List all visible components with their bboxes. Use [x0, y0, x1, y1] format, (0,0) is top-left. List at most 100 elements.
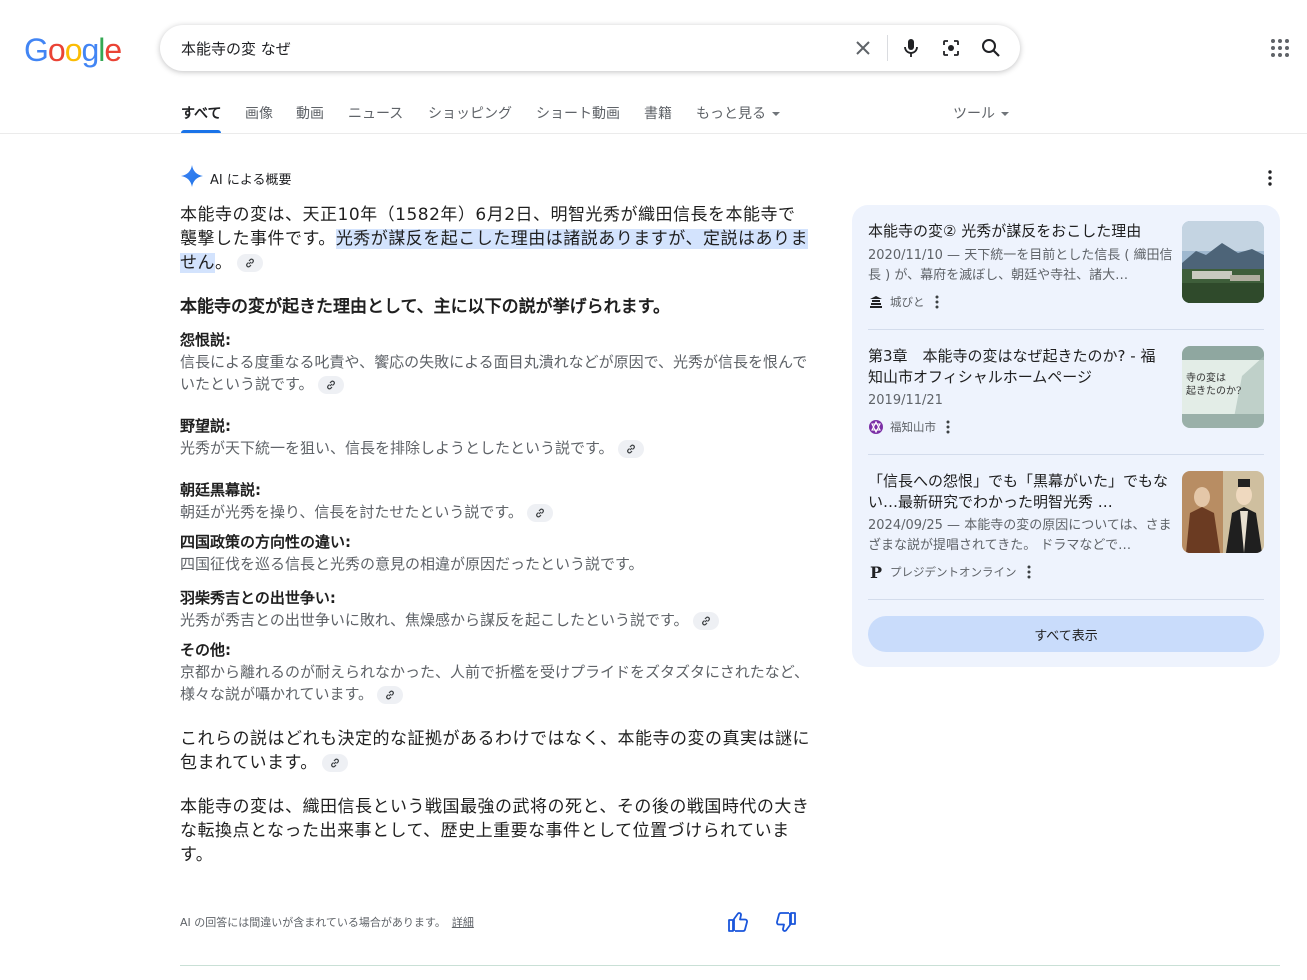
search-icon[interactable] — [979, 36, 1003, 60]
theory-item: 朝廷黒幕説: 朝廷が光秀を操り、信長を討たせたという説です。 — [180, 479, 810, 523]
card-separator — [868, 454, 1264, 455]
source-card[interactable]: 本能寺の変② 光秀が謀反をおこした理由 2020/11/10 — 天下統一を目前… — [868, 221, 1264, 321]
conclusion-text: これらの説はどれも決定的な証拠があるわけではなく、本能寺の変の真実は謎に包まれて… — [180, 729, 810, 773]
search-divider — [887, 35, 888, 61]
source-name: プレジデントオンライン — [890, 565, 1017, 579]
source-card[interactable]: 第3章 本能寺の変はなぜ起きたのか? - 福知山市オフィシャルホームページ 20… — [868, 346, 1264, 446]
theory-desc: 朝廷が光秀を操り、信長を討たせたという説です。 — [180, 501, 810, 523]
close-icon[interactable] — [851, 36, 875, 60]
logo-letter: o — [64, 32, 83, 68]
citation-link-icon[interactable] — [236, 254, 263, 272]
tab-shopping[interactable]: ショッピング — [428, 103, 512, 123]
source-snippet: 2020/11/10 — 天下統一を目前とした信長 ( 織田信長 ) が、幕府を… — [868, 248, 1173, 283]
source-meta: 城びと — [868, 294, 939, 310]
theory-desc-text: 光秀が秀吉との出世争いに敗れ、焦燥感から謀反を起こしたという説です。 — [180, 611, 689, 629]
tools-button[interactable]: ツール — [953, 103, 1009, 123]
theory-title: 羽柴秀吉との出世争い: — [180, 589, 336, 607]
source-thumbnail — [1182, 221, 1264, 303]
ai-overview-title: AI による概要 — [210, 172, 292, 188]
theory-desc: 京都から離れるのが耐えられなかった、人前で折檻を受けプライドをズタズタにされたな… — [180, 661, 810, 705]
camera-lens-icon[interactable] — [939, 36, 963, 60]
citation-link-icon[interactable] — [317, 375, 344, 394]
theory-title: 四国政策の方向性の違い: — [180, 533, 351, 551]
thumbs-down-icon[interactable] — [775, 911, 799, 935]
logo-letter: g — [81, 32, 99, 68]
thumbs-up-icon[interactable] — [727, 911, 751, 935]
card-separator — [868, 329, 1264, 330]
theory-desc: 四国征伐を巡る信長と光秀の意見の相違が原因だったという説です。 — [180, 555, 644, 573]
intro-end: 。 — [215, 253, 233, 273]
source-meta: P プレジデントオンライン — [868, 562, 1031, 582]
logo-letter: e — [104, 32, 122, 68]
citation-link-icon[interactable] — [526, 503, 553, 522]
more-options-icon[interactable] — [1027, 565, 1031, 579]
citation-link-icon[interactable] — [617, 439, 644, 458]
theory-item: 怨恨説: 信長による度重なる叱責や、饗応の失敗による面目丸潰れなどが原因で、光秀… — [180, 329, 810, 395]
theory-title: 怨恨説: — [180, 331, 231, 349]
sources-panel: 本能寺の変② 光秀が謀反をおこした理由 2020/11/10 — 天下統一を目前… — [852, 205, 1280, 667]
microphone-icon[interactable] — [899, 36, 923, 60]
apps-grid-icon[interactable] — [1270, 38, 1294, 62]
tab-more-label: もっと見る — [696, 106, 766, 122]
source-title: 第3章 本能寺の変はなぜ起きたのか? - 福知山市オフィシャルホームページ — [868, 347, 1156, 386]
search-box[interactable]: 本能寺の変 なぜ — [160, 25, 1020, 71]
tab-all[interactable]: すべて — [181, 103, 221, 123]
tab-videos[interactable]: 動画 — [296, 103, 324, 123]
theory-desc: 光秀が秀吉との出世争いに敗れ、焦燥感から謀反を起こしたという説です。 — [180, 609, 810, 631]
more-options-icon[interactable] — [1262, 168, 1278, 188]
castle-icon — [868, 294, 884, 310]
citation-link-icon[interactable] — [377, 685, 404, 704]
theory-desc-text: 光秀が天下統一を狙い、信長を排除しようとしたという説です。 — [180, 439, 614, 457]
source-name: 城びと — [890, 295, 925, 309]
caret-down-icon — [1001, 112, 1009, 116]
theory-title: 朝廷黒幕説: — [180, 481, 261, 499]
citation-link-icon[interactable] — [321, 754, 348, 772]
source-thumbnail — [1182, 471, 1264, 553]
card-separator — [868, 599, 1264, 600]
logo-letter: G — [24, 32, 49, 68]
theory-desc: 光秀が天下統一を狙い、信長を排除しようとしたという説です。 — [180, 437, 810, 459]
city-emblem-icon — [868, 419, 884, 435]
tabs-divider — [0, 133, 1307, 134]
source-card[interactable]: 「信長への怨恨」でも「黒幕がいた」でもない…最新研究でわかった明智光秀 … 20… — [868, 471, 1264, 591]
theory-desc-text: 信長による度重なる叱責や、饗応の失敗による面目丸潰れなどが原因で、光秀が信長を恨… — [180, 353, 808, 393]
more-options-icon[interactable] — [946, 420, 950, 434]
theory-title: 野望説: — [180, 417, 231, 435]
theory-item: 四国政策の方向性の違い: 四国征伐を巡る信長と光秀の意見の相違が原因だったという… — [180, 531, 810, 575]
ai-intro: 本能寺の変は、天正10年（1582年）6月2日、明智光秀が織田信長を本能寺で襲撃… — [180, 203, 810, 275]
source-title: 「信長への怨恨」でも「黒幕がいた」でもない…最新研究でわかった明智光秀 … — [868, 472, 1169, 511]
tab-short-videos[interactable]: ショート動画 — [536, 103, 620, 123]
details-link[interactable]: 詳細 — [452, 916, 474, 929]
logo-letter: o — [47, 32, 66, 68]
tab-news[interactable]: ニュース — [348, 103, 403, 123]
google-logo[interactable]: Google — [24, 30, 122, 70]
theory-desc-text: 朝廷が光秀を操り、信長を討たせたという説です。 — [180, 503, 523, 521]
citation-link-icon[interactable] — [692, 611, 719, 630]
source-logo: P — [869, 562, 883, 582]
theory-item: 羽柴秀吉との出世争い: 光秀が秀吉との出世争いに敗れ、焦燥感から謀反を起こしたと… — [180, 587, 810, 631]
tab-images[interactable]: 画像 — [245, 103, 273, 123]
tab-books[interactable]: 書籍 — [644, 103, 672, 123]
caret-down-icon — [772, 112, 780, 116]
ai-overview-header: AI による概要 — [180, 164, 292, 192]
search-input[interactable]: 本能寺の変 なぜ — [181, 38, 291, 59]
tab-more[interactable]: もっと見る — [696, 103, 780, 123]
source-name: 福知山市 — [890, 420, 936, 434]
source-meta: 福知山市 — [868, 419, 950, 435]
theory-title: その他: — [180, 641, 231, 659]
gemini-sparkle-icon — [180, 164, 204, 192]
thumbnail-caption: 寺の変は 起きたのか? — [1186, 373, 1242, 397]
more-options-icon[interactable] — [935, 295, 939, 309]
conclusion-paragraph: これらの説はどれも決定的な証拠があるわけではなく、本能寺の変の真実は謎に包まれて… — [180, 727, 810, 775]
source-snippet: 2024/09/25 — 本能寺の変の原因については、さまざまな説が提唱されてき… — [868, 518, 1172, 553]
disclaimer-text: AI の回答には間違いが含まれている場合があります。 — [180, 916, 446, 929]
source-snippet: 2019/11/21 — [868, 393, 943, 408]
source-title: 本能寺の変② 光秀が謀反をおこした理由 — [868, 222, 1142, 240]
source-thumbnail: 寺の変は 起きたのか? — [1182, 346, 1264, 428]
reasons-heading: 本能寺の変が起きた理由として、主に以下の説が挙げられます。 — [180, 297, 670, 317]
theory-desc-text: 京都から離れるのが耐えられなかった、人前で折檻を受けプライドをズタズタにされたな… — [180, 663, 809, 703]
theory-item: その他: 京都から離れるのが耐えられなかった、人前で折檻を受けプライドをズタズタ… — [180, 639, 810, 705]
ai-overview-body: 本能寺の変は、天正10年（1582年）6月2日、明智光秀が織田信長を本能寺で襲撃… — [180, 203, 810, 867]
show-all-button[interactable]: すべて表示 — [868, 616, 1264, 652]
summary-paragraph: 本能寺の変は、織田信長という戦国最強の武将の死と、その後の戦国時代の大きな転換点… — [180, 797, 810, 865]
